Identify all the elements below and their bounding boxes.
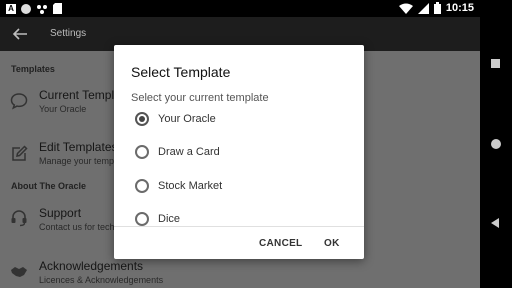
headset-icon bbox=[11, 210, 27, 227]
clock: 10:15 bbox=[445, 2, 474, 14]
notification-a-icon: A bbox=[6, 3, 16, 14]
notification-dots-icon bbox=[37, 4, 47, 14]
setting-title: Edit Templates bbox=[39, 140, 118, 154]
dialog-title: Select Template bbox=[131, 64, 231, 80]
section-header-templates: Templates bbox=[11, 64, 55, 74]
home-icon[interactable] bbox=[491, 139, 501, 149]
setting-subtitle: Your Oracle bbox=[39, 104, 87, 114]
radio-button[interactable] bbox=[135, 179, 149, 193]
back-icon[interactable] bbox=[491, 218, 499, 228]
notification-dot-icon bbox=[21, 3, 31, 14]
handshake-icon bbox=[11, 267, 27, 277]
setting-title: Acknowledgements bbox=[39, 259, 144, 273]
dialog-divider bbox=[114, 226, 364, 227]
chat-bubble-icon bbox=[10, 93, 28, 110]
radio-button[interactable] bbox=[135, 145, 149, 159]
select-template-dialog: Select Template Select your current temp… bbox=[114, 45, 364, 259]
dialog-subtitle: Select your current template bbox=[131, 92, 269, 104]
cancel-button[interactable]: CANCEL bbox=[259, 238, 302, 249]
toolbar-title: Settings bbox=[50, 28, 87, 39]
edit-icon bbox=[12, 145, 28, 161]
system-icons: 10:15 bbox=[398, 2, 474, 14]
arrow-back-icon[interactable] bbox=[12, 26, 28, 42]
status-bar: A 10:15 bbox=[0, 0, 480, 17]
option-label: Your Oracle bbox=[158, 113, 216, 125]
setting-title: Support bbox=[39, 206, 82, 220]
wifi-icon bbox=[398, 3, 413, 14]
template-option-dice[interactable]: Dice bbox=[114, 204, 364, 226]
battery-icon bbox=[433, 2, 441, 14]
template-option-stock-market[interactable]: Stock Market bbox=[114, 171, 364, 201]
navigation-bar bbox=[480, 0, 512, 288]
template-options-list[interactable]: Select your current template Your Oracle… bbox=[114, 90, 364, 226]
option-label: Stock Market bbox=[158, 180, 223, 192]
template-option-draw-a-card[interactable]: Draw a Card bbox=[114, 137, 364, 167]
option-label: Dice bbox=[158, 213, 181, 225]
radio-button-checked[interactable] bbox=[135, 112, 149, 126]
notification-icons: A bbox=[6, 3, 62, 14]
sd-card-icon bbox=[53, 3, 62, 14]
setting-subtitle: Licences & Acknowledgements bbox=[39, 275, 164, 285]
ok-button[interactable]: OK bbox=[324, 238, 340, 249]
section-header-about: About The Oracle bbox=[11, 181, 87, 191]
template-option-your-oracle[interactable]: Your Oracle bbox=[114, 104, 364, 134]
option-label: Draw a Card bbox=[158, 146, 220, 158]
radio-button[interactable] bbox=[135, 212, 149, 226]
signal-icon bbox=[417, 2, 429, 14]
recents-icon[interactable] bbox=[491, 59, 500, 68]
